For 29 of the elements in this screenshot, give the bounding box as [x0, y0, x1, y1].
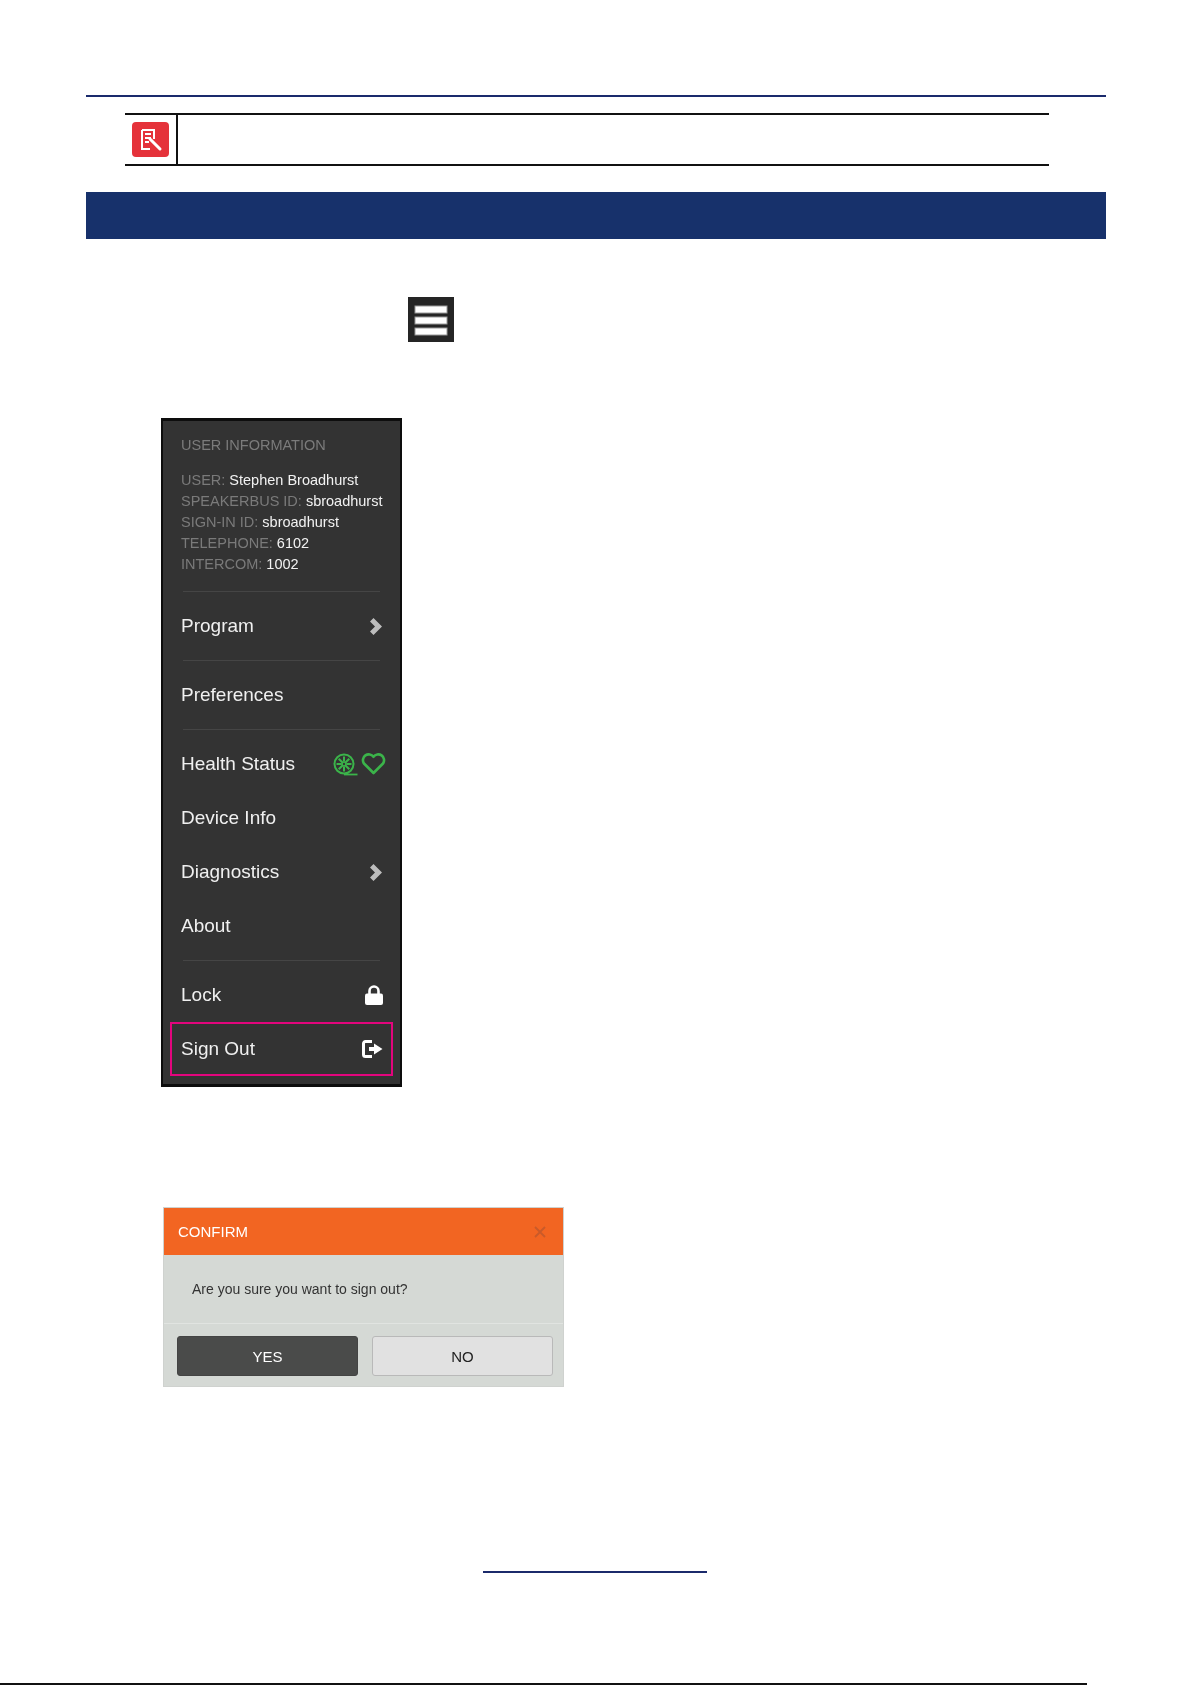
sign-out-icon [362, 1040, 383, 1058]
dialog-button[interactable]: NO [372, 1336, 553, 1376]
dialog-button[interactable]: YES [177, 1336, 358, 1376]
field-value: 1002 [266, 555, 299, 574]
menu-icon[interactable] [408, 297, 454, 342]
field-label: USER: [181, 471, 226, 490]
menu-item[interactable]: Diagnostics [170, 845, 393, 899]
field-label: TELEPHONE: [181, 534, 273, 553]
chevron-right-icon [370, 617, 383, 635]
field-value: Stephen Broadhurst [229, 471, 359, 490]
menu-item[interactable]: Sign Out [170, 1022, 393, 1076]
dialog-title: CONFIRM [178, 1223, 248, 1240]
menu-item[interactable]: Lock [170, 968, 393, 1022]
menu-item[interactable]: Health Status [170, 737, 393, 791]
menu-item[interactable]: Preferences [170, 668, 393, 722]
lock-icon [365, 985, 383, 1005]
menu-item[interactable]: Program [170, 599, 393, 653]
field-label: SPEAKERBUS ID: [181, 492, 302, 511]
chevron-right-icon [370, 863, 383, 881]
field-label: INTERCOM: [181, 555, 263, 574]
document-pencil-icon [132, 122, 169, 157]
menu-item[interactable]: About [170, 899, 393, 953]
field-value: sbroadhurst [262, 513, 339, 532]
dialog-message: Are you sure you want to sign out? [192, 1281, 408, 1297]
field-value: sbroadhurst [305, 492, 383, 511]
menu-item[interactable]: Device Info [170, 791, 393, 845]
menu-heading: USER INFORMATION [180, 436, 327, 455]
field-label: SIGN-IN ID: [181, 513, 259, 532]
field-value: 6102 [276, 534, 310, 553]
